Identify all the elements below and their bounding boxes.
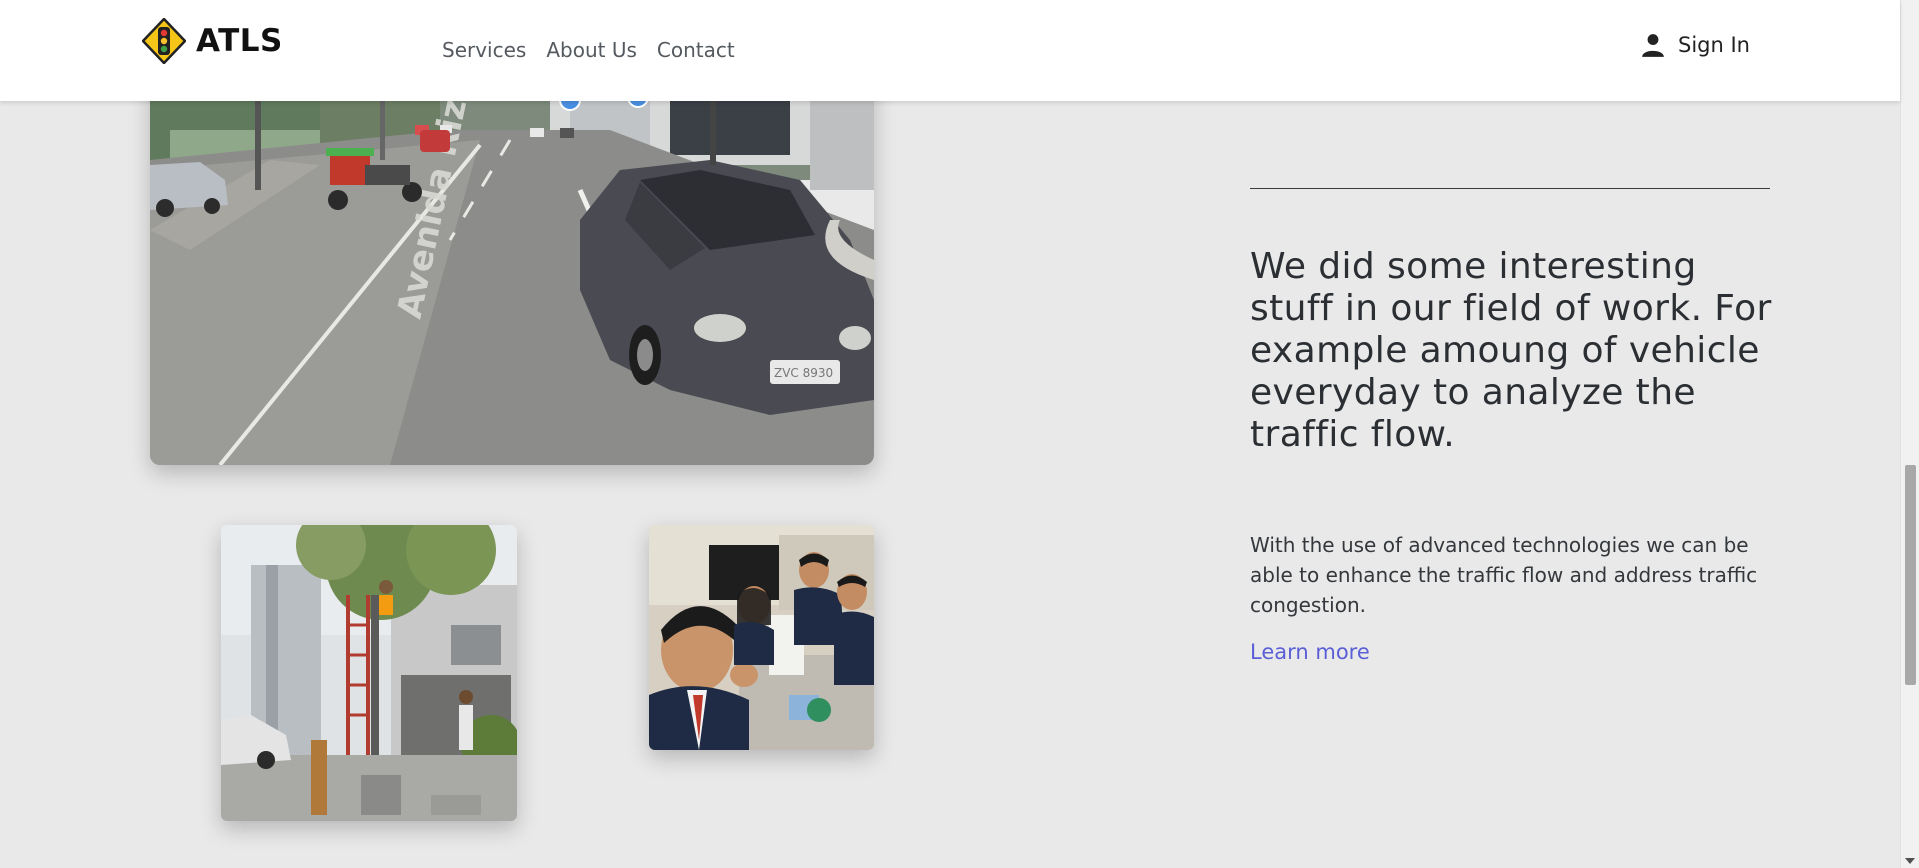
top-navbar: ATLS Services About Us Contact Sign In <box>0 0 1900 101</box>
vertical-scrollbar[interactable] <box>1900 0 1919 868</box>
scrollbar-thumb[interactable] <box>1905 465 1916 685</box>
section-divider <box>1250 188 1770 189</box>
section-description: With the use of advanced technologies we… <box>1250 533 1758 617</box>
nav-contact[interactable]: Contact <box>657 38 735 62</box>
traffic-light-icon <box>142 18 186 64</box>
brand-link[interactable]: ATLS <box>142 18 283 64</box>
license-plate-text: ZVC 8930 <box>774 366 833 380</box>
worker-photo <box>221 525 517 821</box>
team-selfie-image <box>649 525 874 750</box>
learn-more-link[interactable]: Learn more <box>1250 640 1370 664</box>
sign-in-button[interactable]: Sign In <box>1640 32 1750 58</box>
brand-name: ATLS <box>196 23 283 59</box>
traffic-installation-image <box>221 525 517 821</box>
nav-about-us[interactable]: About Us <box>546 38 637 62</box>
street-scene-image: Avenida Rizal ZVC 8930 <box>150 70 874 465</box>
team-photo <box>649 525 874 750</box>
street-photo: Avenida Rizal ZVC 8930 <box>150 70 874 465</box>
sign-in-label: Sign In <box>1678 33 1750 57</box>
user-icon <box>1642 34 1664 57</box>
scroll-down-arrow-icon[interactable] <box>1905 858 1915 864</box>
nav-services[interactable]: Services <box>442 38 526 62</box>
main-nav: Services About Us Contact <box>442 38 735 62</box>
section-headline: We did some interesting stuff in our fie… <box>1250 246 1772 455</box>
